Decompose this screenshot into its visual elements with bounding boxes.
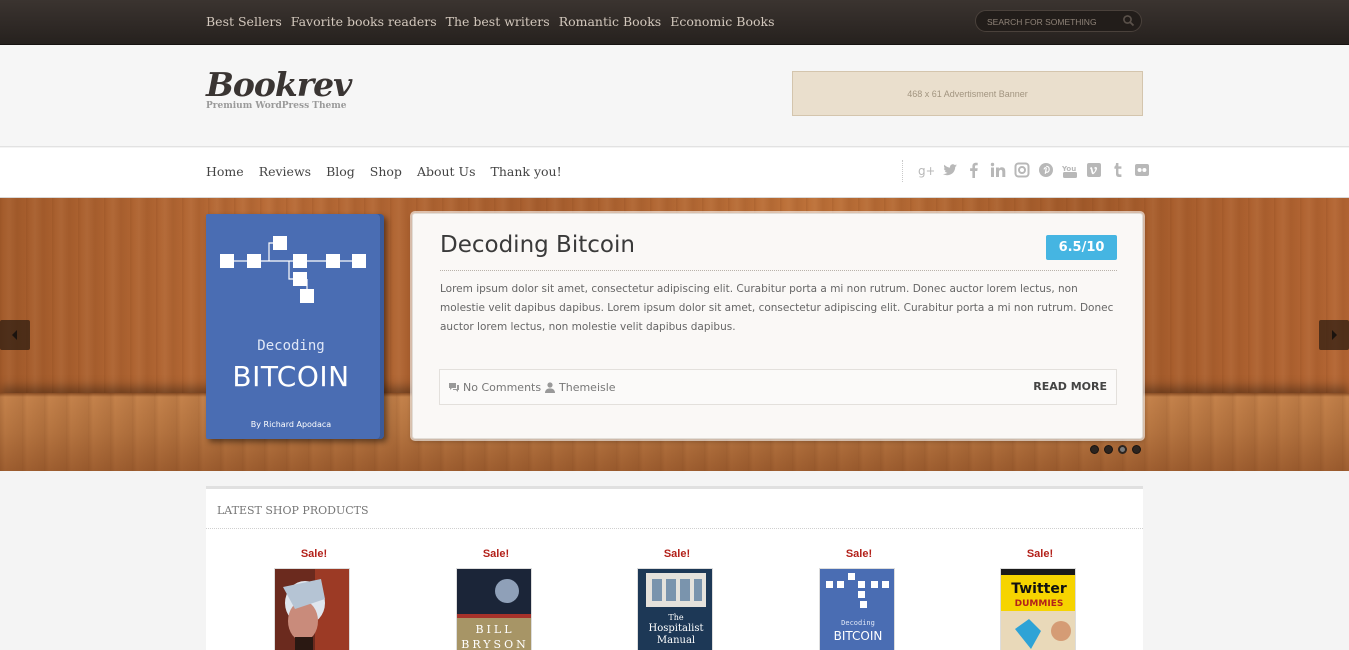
nav-item-blog[interactable]: Blog	[326, 164, 355, 179]
chevron-left-icon	[12, 330, 17, 340]
nav-item-shop[interactable]: Shop	[370, 164, 402, 179]
nav-item-about-us[interactable]: About Us	[417, 164, 476, 179]
cover-text-top: The	[668, 613, 684, 622]
product-thumbnail[interactable]: BILL BRYSON	[456, 568, 532, 650]
slider-dot-3[interactable]	[1118, 445, 1127, 454]
tumblr-icon[interactable]	[1110, 162, 1126, 178]
top-link-romantic-books[interactable]: Romantic Books	[559, 14, 662, 29]
comments-icon	[449, 383, 459, 392]
youtube-icon[interactable]: You	[1062, 162, 1078, 178]
cover-text-bottom: Manual	[656, 635, 696, 646]
top-link-best-sellers[interactable]: Best Sellers	[206, 14, 282, 29]
top-link-favorite-books[interactable]: Favorite books readers	[291, 14, 437, 29]
slider-pagination	[1090, 445, 1146, 454]
product-thumbnail[interactable]: Twitter DUMMIES	[1000, 568, 1076, 650]
cover-text: BITCOIN	[833, 629, 883, 643]
instagram-icon[interactable]	[1014, 162, 1030, 178]
review-excerpt: Lorem ipsum dolor sit amet, consectetur …	[440, 283, 1114, 333]
search-box	[975, 10, 1142, 32]
cover-author: By Richard Apodaca	[250, 420, 332, 429]
product-thumbnail[interactable]: Decoding BITCOIN	[819, 568, 895, 650]
svg-text:You: You	[1062, 165, 1076, 173]
latest-products-section: LATEST SHOP PRODUCTS Sale! Sale! BILL BR…	[206, 486, 1143, 650]
google-plus-icon[interactable]: g+	[918, 162, 934, 178]
cover-title: BITCOIN	[232, 360, 350, 393]
author-name: Themeisle	[559, 381, 616, 394]
cover-diagram-icon	[220, 236, 366, 303]
section-divider	[206, 528, 1143, 529]
social-icons: g+ You	[918, 162, 1158, 178]
logo-name: Bookrev	[206, 65, 352, 104]
nav-divider	[902, 160, 903, 182]
top-links: Best Sellers Favorite books readers The …	[206, 14, 783, 29]
cover-text: DUMMIES	[1014, 599, 1064, 609]
top-link-economic-books[interactable]: Economic Books	[670, 14, 774, 29]
linkedin-icon[interactable]	[990, 162, 1006, 178]
ad-banner[interactable]: 468 x 61 Advertisment Banner	[792, 71, 1143, 116]
read-more-button[interactable]: READ MORE	[1033, 380, 1107, 393]
vimeo-icon[interactable]	[1086, 162, 1102, 178]
review-card: Decoding Bitcoin 6.5/10 Lorem ipsum dolo…	[412, 213, 1143, 439]
comments-link[interactable]: No Comments	[448, 381, 541, 394]
sale-badge: Sale!	[482, 548, 510, 560]
user-icon	[545, 382, 555, 393]
score-badge: 6.5/10	[1046, 235, 1117, 260]
flickr-icon[interactable]	[1134, 162, 1150, 178]
pinterest-icon[interactable]	[1038, 162, 1054, 178]
sale-badge: Sale!	[1026, 548, 1054, 560]
site-header: Bookrev Premium WordPress Theme 468 x 61…	[0, 45, 1349, 147]
sale-badge: Sale!	[300, 548, 328, 560]
review-title[interactable]: Decoding Bitcoin	[440, 232, 635, 258]
product-item[interactable]: Sale!	[274, 548, 354, 650]
svg-text:g+: g+	[918, 164, 934, 178]
product-item[interactable]: Sale! Twitter DUMMIES	[1000, 548, 1080, 650]
author-link[interactable]: Themeisle	[544, 381, 616, 394]
twitter-icon[interactable]	[942, 162, 958, 178]
search-icon[interactable]	[1122, 14, 1135, 27]
cover-text: BILL BRYSON	[461, 623, 529, 650]
cover-text-top: Twitter	[1011, 581, 1067, 597]
review-meta-bar: No Comments Themeisle READ MORE	[439, 369, 1117, 405]
logo-tagline: Premium WordPress Theme	[206, 101, 347, 111]
featured-review-slider: Decoding BITCOIN By Richard Apodaca Deco…	[0, 198, 1349, 471]
slider-dot-1[interactable]	[1090, 445, 1099, 454]
facebook-icon[interactable]	[966, 162, 982, 178]
top-link-best-writers[interactable]: The best writers	[446, 14, 550, 29]
product-item[interactable]: Sale! BILL BRYSON	[456, 548, 536, 650]
search-input[interactable]	[987, 15, 1117, 28]
nav-item-reviews[interactable]: Reviews	[259, 164, 311, 179]
slider-dot-4[interactable]	[1132, 445, 1141, 454]
cover-subtitle: Decoding	[257, 338, 325, 354]
top-bar: Best Sellers Favorite books readers The …	[0, 0, 1349, 45]
slider-prev-button[interactable]	[0, 320, 30, 350]
title-divider	[440, 270, 1117, 271]
main-menu: Home Reviews Blog Shop About Us Thank yo…	[206, 164, 577, 179]
comments-count: No Comments	[463, 381, 542, 394]
product-item[interactable]: Sale! Decoding BITCOIN	[819, 548, 899, 650]
chevron-right-icon	[1332, 330, 1337, 340]
cover-text: Hospitalist	[648, 623, 704, 634]
main-nav: Home Reviews Blog Shop About Us Thank yo…	[0, 148, 1349, 198]
product-thumbnail[interactable]	[274, 568, 350, 650]
slider-next-button[interactable]	[1319, 320, 1349, 350]
slider-dot-2[interactable]	[1104, 445, 1113, 454]
sale-badge: Sale!	[845, 548, 873, 560]
book-cover[interactable]: Decoding BITCOIN By Richard Apodaca	[206, 214, 384, 439]
nav-item-home[interactable]: Home	[206, 164, 244, 179]
cover-text-top: Decoding	[841, 619, 875, 627]
product-item[interactable]: Sale! The Hospitalist Manual	[637, 548, 717, 650]
section-heading: LATEST SHOP PRODUCTS	[217, 504, 369, 517]
product-thumbnail[interactable]: The Hospitalist Manual	[637, 568, 713, 650]
sale-badge: Sale!	[663, 548, 691, 560]
nav-item-thank-you[interactable]: Thank you!	[491, 164, 562, 179]
site-logo[interactable]: Bookrev Premium WordPress Theme	[206, 65, 352, 112]
